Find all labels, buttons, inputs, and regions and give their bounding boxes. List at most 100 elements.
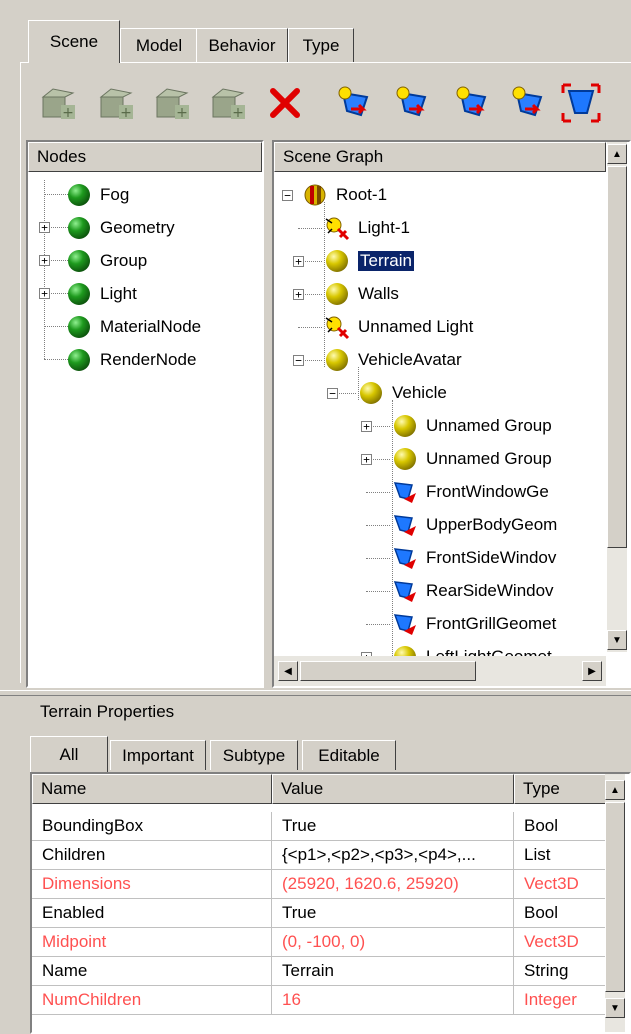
node-item-label: Fog: [100, 185, 130, 204]
node-item-rendernode[interactable]: RenderNode: [68, 345, 196, 375]
add-sibling-icon[interactable]: +: [206, 80, 252, 126]
node-item-materialnode[interactable]: MaterialNode: [68, 312, 201, 342]
property-type-cell: Integer: [514, 986, 606, 1015]
scene-graph-item[interactable]: Unnamed Light: [324, 312, 473, 342]
properties-vscrollbar[interactable]: ▲ ▼: [605, 774, 625, 1032]
property-row[interactable]: Name Terrain String: [32, 957, 606, 986]
frame-icon[interactable]: [558, 80, 604, 126]
attach-icon[interactable]: [448, 80, 494, 126]
add-group-icon[interactable]: +: [94, 80, 140, 126]
scene-graph-item[interactable]: Vehicle: [358, 378, 447, 408]
column-header-value[interactable]: Value: [272, 774, 514, 804]
svg-text:+: +: [120, 105, 132, 121]
prop-scroll-up-button[interactable]: ▲: [605, 780, 625, 800]
scene-graph-item-label: Unnamed Group: [426, 449, 552, 468]
expand-toggle[interactable]: +: [39, 222, 50, 233]
scene-graph-item-label: VehicleAvatar: [358, 350, 462, 369]
node-item-fog[interactable]: Fog: [68, 180, 129, 210]
property-value-cell: True: [272, 899, 514, 928]
expand-toggle[interactable]: −: [293, 355, 304, 366]
expand-toggle[interactable]: +: [39, 255, 50, 266]
detach-icon[interactable]: [504, 80, 550, 126]
scroll-up-button[interactable]: ▲: [607, 144, 627, 164]
property-name-cell: Midpoint: [32, 928, 272, 957]
sphere-shape: [394, 448, 416, 470]
sphere-shape: [360, 382, 382, 404]
delete-icon[interactable]: [262, 80, 308, 126]
add-child-icon[interactable]: +: [150, 80, 196, 126]
geometry-icon: [392, 545, 418, 571]
subtab-all[interactable]: All: [30, 736, 108, 772]
scene-graph-header[interactable]: Scene Graph: [274, 142, 606, 172]
node-item-group[interactable]: Group: [68, 246, 147, 276]
tab-scene[interactable]: Scene: [28, 20, 120, 63]
scene-graph-item[interactable]: RearSideWindov: [392, 576, 554, 606]
splitter[interactable]: [0, 690, 631, 696]
property-row[interactable]: NumChildren 16 Integer: [32, 986, 606, 1015]
node-type-icon: [68, 283, 90, 305]
expand-toggle[interactable]: +: [361, 421, 372, 432]
property-row[interactable]: Dimensions (25920, 1620.6, 25920) Vect3D: [32, 870, 606, 899]
expand-toggle[interactable]: −: [327, 388, 338, 399]
prop-scroll-thumb[interactable]: [605, 802, 625, 992]
root-icon: [302, 182, 328, 208]
scroll-down-button[interactable]: ▼: [607, 630, 627, 650]
tree-connector: [44, 180, 45, 359]
property-row[interactable]: Enabled True Bool: [32, 899, 606, 928]
scene-graph-item[interactable]: UpperBodyGeom: [392, 510, 557, 540]
geometry-icon: [392, 512, 418, 538]
import-icon[interactable]: [330, 80, 376, 126]
tree-connector: [366, 624, 390, 625]
expand-toggle[interactable]: +: [293, 256, 304, 267]
export-icon[interactable]: [388, 80, 434, 126]
tab-behavior[interactable]: Behavior: [196, 28, 288, 62]
property-row[interactable]: BoundingBox True Bool: [32, 812, 606, 841]
property-type-cell: String: [514, 957, 606, 986]
geometry-icon: [392, 578, 418, 604]
properties-table: Name Value Type BoundingBox True Bool Children…: [30, 772, 631, 1034]
group-icon: [392, 413, 418, 439]
expand-toggle[interactable]: −: [282, 190, 293, 201]
hscroll-thumb[interactable]: [300, 661, 476, 681]
column-header-type[interactable]: Type: [514, 774, 606, 804]
tree-connector: [44, 326, 68, 327]
expand-toggle[interactable]: +: [361, 454, 372, 465]
scene-graph-item[interactable]: FrontGrillGeomet: [392, 609, 556, 639]
property-row[interactable]: Midpoint (0, -100, 0) Vect3D: [32, 928, 606, 957]
subtab-important[interactable]: Important: [110, 740, 206, 770]
tab-type[interactable]: Type: [288, 28, 354, 62]
tree-connector: [366, 558, 390, 559]
scene-graph-item-label: Root-1: [336, 185, 388, 204]
subtab-subtype[interactable]: Subtype: [210, 740, 298, 770]
scroll-thumb[interactable]: [607, 166, 627, 548]
tab-model[interactable]: Model: [120, 28, 198, 62]
scene-graph-item[interactable]: Unnamed Group: [392, 444, 552, 474]
scene-graph-item[interactable]: FrontSideWindov: [392, 543, 556, 573]
scene-graph-item[interactable]: Terrain: [324, 246, 415, 276]
scene-graph-item-label: FrontWindowGe: [426, 482, 549, 501]
scene-graph-hscrollbar[interactable]: ◀ ▶: [274, 656, 606, 686]
scene-graph-item[interactable]: VehicleAvatar: [324, 345, 462, 375]
scroll-right-button[interactable]: ▶: [582, 661, 602, 681]
add-node-icon[interactable]: +: [36, 80, 82, 126]
property-name-cell: Name: [32, 957, 272, 986]
node-item-light[interactable]: Light: [68, 279, 137, 309]
prop-scroll-down-button[interactable]: ▼: [605, 998, 625, 1018]
expand-toggle[interactable]: +: [39, 288, 50, 299]
scroll-left-button[interactable]: ◀: [278, 661, 298, 681]
tree-connector: [298, 228, 322, 229]
subtab-editable[interactable]: Editable: [302, 740, 396, 770]
scene-graph-item[interactable]: Light-1: [324, 213, 410, 243]
scene-graph-item[interactable]: FrontWindowGe: [392, 477, 549, 507]
scene-graph-item[interactable]: Walls: [324, 279, 399, 309]
expand-toggle[interactable]: +: [293, 289, 304, 300]
column-header-name[interactable]: Name: [32, 774, 272, 804]
node-item-geometry[interactable]: Geometry: [68, 213, 175, 243]
node-item-label: Geometry: [100, 218, 175, 237]
scene-graph-item[interactable]: Unnamed Group: [392, 411, 552, 441]
scene-graph-item[interactable]: Root-1: [302, 180, 387, 210]
nodes-header[interactable]: Nodes: [28, 142, 262, 172]
property-row[interactable]: Children {<p1>,<p2>,<p3>,<p4>,... List: [32, 841, 606, 870]
scene-graph-vscrollbar[interactable]: ▲ ▼: [607, 142, 627, 652]
property-name-cell: Enabled: [32, 899, 272, 928]
